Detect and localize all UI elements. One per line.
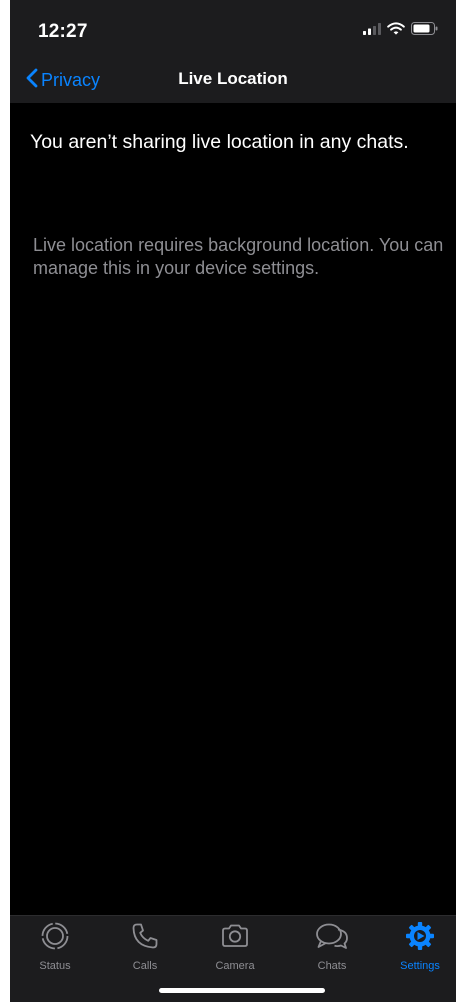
camera-icon — [220, 921, 250, 956]
tab-label: Camera — [215, 960, 255, 972]
background-location-footnote: Live location requires background locati… — [33, 235, 444, 278]
tab-label: Chats — [317, 960, 347, 972]
tab-settings[interactable]: Settings — [380, 921, 456, 972]
status-bar: 12:27 — [10, 0, 456, 60]
phone-icon — [130, 921, 160, 956]
tab-calls[interactable]: Calls — [105, 921, 185, 972]
battery-icon — [411, 22, 438, 40]
navigation-bar: Privacy Live Location — [10, 60, 456, 103]
status-icons — [363, 22, 438, 40]
page-title: Live Location — [178, 69, 288, 88]
gear-icon — [405, 921, 435, 956]
tab-label: Calls — [132, 960, 158, 972]
status-icon — [40, 921, 70, 956]
header: 12:27 Privacy Live Location — [10, 0, 456, 103]
phone-screen: 12:27 Privacy Live Location You aren’t s… — [10, 0, 456, 1002]
status-time: 12:27 — [38, 21, 88, 42]
home-indicator[interactable] — [159, 988, 325, 993]
tab-status[interactable]: Status — [15, 921, 95, 972]
cellular-signal-icon — [363, 22, 381, 40]
chat-bubbles-icon — [314, 921, 350, 956]
tab-chats[interactable]: Chats — [292, 921, 372, 972]
live-location-notice: You aren’t sharing live location in any … — [30, 131, 409, 153]
tab-label: Settings — [400, 960, 440, 972]
wifi-icon — [387, 22, 405, 40]
tab-camera[interactable]: Camera — [195, 924, 275, 972]
tab-label: Status — [39, 960, 71, 972]
